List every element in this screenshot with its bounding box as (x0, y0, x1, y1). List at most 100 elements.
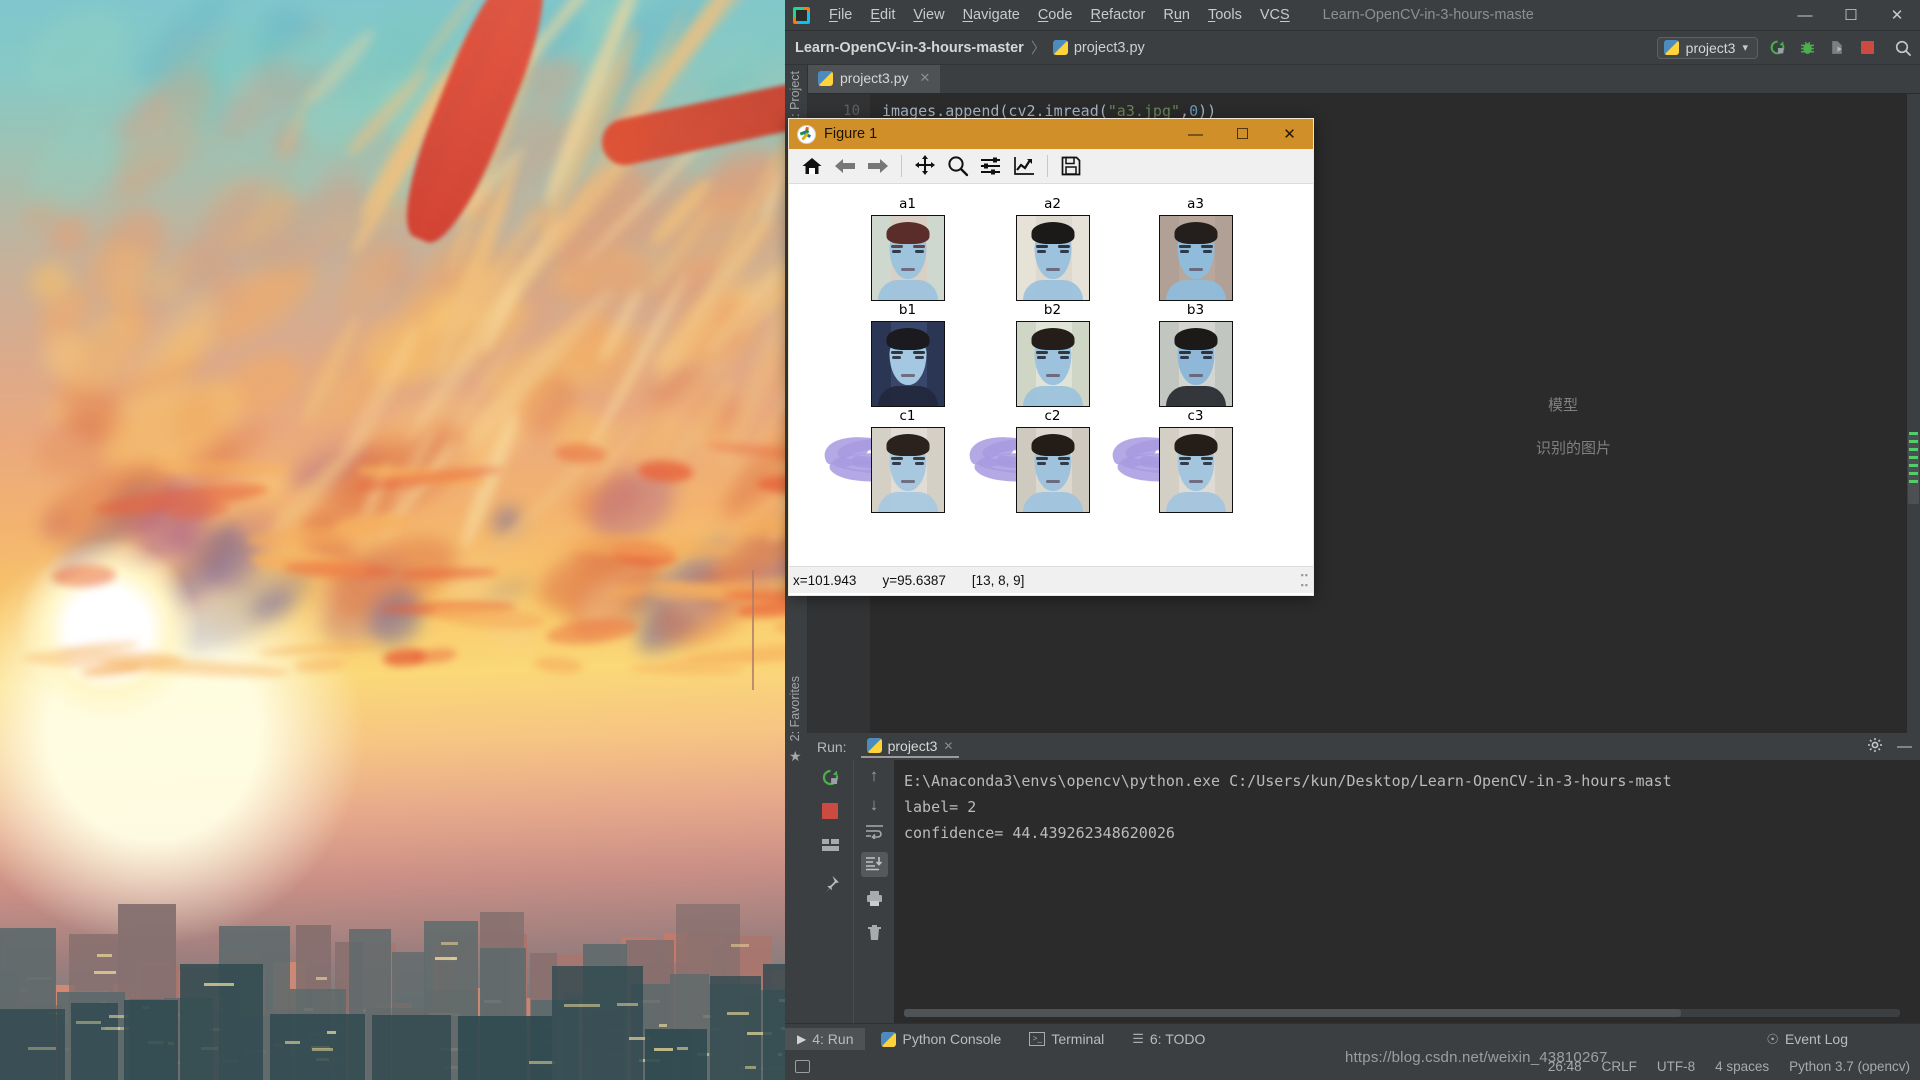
figure-subplot-b2[interactable]: b2 (994, 302, 1111, 408)
bottom-tab-todo[interactable]: ☰ 6: TODO (1120, 1028, 1217, 1050)
trash-icon[interactable] (866, 924, 883, 946)
coverage-icon[interactable] (1826, 37, 1848, 59)
menu-item-vcs[interactable]: VCS (1251, 4, 1299, 26)
layout-icon[interactable] (821, 837, 840, 857)
maximize-button[interactable]: ☐ (1828, 0, 1874, 30)
bottom-tab-run[interactable]: ▶ 4: Run (785, 1028, 866, 1050)
console-line-label: label= 2 (904, 798, 977, 816)
zoom-rect-icon[interactable] (943, 152, 973, 180)
search-icon[interactable] (1892, 37, 1914, 59)
bottom-tab-python-console[interactable]: Python Console (869, 1028, 1013, 1050)
rerun-icon[interactable] (821, 768, 840, 791)
save-figure-icon[interactable] (1056, 152, 1086, 180)
resize-grip[interactable]: ▪▪ ▪▪ (1301, 570, 1309, 590)
figure-subplot-c3[interactable]: c3 (1112, 408, 1254, 514)
figure-close-button[interactable]: ✕ (1266, 119, 1313, 149)
photo-eyebrow (1057, 457, 1070, 460)
sidebar-item-project[interactable]: 1: Project (788, 71, 802, 124)
cursor-y-value: y=95.6387 (882, 572, 946, 588)
figure-subplot-c2[interactable]: c2 (969, 408, 1111, 514)
favorites-star-icon[interactable]: ★ (789, 748, 802, 765)
pan-move-icon[interactable] (910, 152, 940, 180)
back-arrow-icon[interactable] (830, 152, 860, 180)
menu-item-refactor[interactable]: Refactor (1082, 4, 1155, 26)
bottom-tab-terminal[interactable]: >_ Terminal (1017, 1028, 1116, 1050)
error-stripe-mark[interactable] (1909, 464, 1918, 467)
error-stripe-mark[interactable] (1909, 440, 1918, 443)
forward-arrow-icon[interactable] (863, 152, 893, 180)
figure-subplot-b3[interactable]: b3 (1137, 302, 1254, 408)
wallpaper-building (709, 975, 772, 1080)
wallpaper-cloud (382, 647, 428, 669)
tool-window-toggle-icon[interactable] (795, 1060, 810, 1073)
event-log-button[interactable]: ☉ Event Log (1754, 1028, 1860, 1051)
soft-wrap-icon[interactable] (865, 824, 884, 843)
print-icon[interactable] (865, 890, 884, 911)
photo-shoulders (877, 280, 938, 300)
menu-item-tools[interactable]: Tools (1199, 4, 1251, 26)
breadcrumb-file[interactable]: project3.py (1074, 40, 1145, 56)
close-tab-icon[interactable]: ✕ (919, 70, 930, 86)
error-stripe-mark[interactable] (1909, 472, 1918, 475)
console-horizontal-scrollbar[interactable] (904, 1009, 1900, 1017)
error-stripe-mark[interactable] (1909, 480, 1918, 483)
file-encoding[interactable]: UTF-8 (1657, 1059, 1695, 1074)
photo-eyebrow (912, 457, 925, 460)
figure-minimize-button[interactable]: — (1172, 119, 1219, 149)
figure-subplot-a2[interactable]: a2 (994, 196, 1111, 302)
photo-eye (1059, 250, 1069, 253)
figure-maximize-button[interactable]: ☐ (1219, 119, 1266, 149)
menu-item-view[interactable]: View (904, 4, 953, 26)
figure-canvas[interactable]: a1 a2 a3 b1 b2 b3 c1 c2 c3 (789, 184, 1313, 566)
error-stripe-mark[interactable] (1909, 432, 1918, 435)
figure-subplot-a1[interactable]: a1 (849, 196, 966, 302)
python-interpreter[interactable]: Python 3.7 (opencv) (1789, 1059, 1910, 1074)
photo-shoulders (1165, 280, 1226, 300)
stop-icon[interactable] (1856, 37, 1878, 59)
arrow-up-icon[interactable]: ↑ (870, 766, 879, 786)
editor-scrollbar[interactable] (1907, 94, 1920, 787)
menu-item-file[interactable]: File (820, 4, 861, 26)
close-button[interactable]: ✕ (1874, 0, 1920, 30)
scrollbar-thumb[interactable] (1908, 434, 1919, 504)
sidebar-item-favorites[interactable]: 2: Favorites (788, 676, 802, 741)
run-console-output[interactable]: E:\Anaconda3\envs\opencv\python.exe C:/U… (894, 760, 1920, 1023)
scrollbar-thumb[interactable] (904, 1009, 1681, 1017)
configure-subplots-icon[interactable] (976, 152, 1006, 180)
figure-title-bar[interactable]: Figure 1 — ☐ ✕ (789, 119, 1313, 149)
photo-mouth (1045, 480, 1060, 483)
close-run-tab-icon[interactable]: ✕ (943, 739, 953, 753)
menu-item-navigate[interactable]: Navigate (954, 4, 1029, 26)
photo-eye (891, 356, 901, 359)
scroll-to-end-icon[interactable] (860, 852, 888, 877)
error-stripe-mark[interactable] (1909, 448, 1918, 451)
figure-subplot-b1[interactable]: b1 (849, 302, 966, 408)
run-tab-project3[interactable]: project3 ✕ (860, 736, 960, 758)
home-icon[interactable] (797, 152, 827, 180)
matplotlib-figure-window: Figure 1 — ☐ ✕ a1 a2 a3 b1 b2 b3 c1 c2 c… (788, 118, 1314, 596)
chevron-down-icon[interactable]: ▾ (1742, 41, 1748, 54)
edit-axis-icon[interactable] (1009, 152, 1039, 180)
debug-icon[interactable] (1796, 37, 1818, 59)
event-log-label: Event Log (1784, 1031, 1848, 1047)
figure-subplot-c1[interactable]: c1 (824, 408, 966, 514)
menu-item-run[interactable]: Run (1154, 4, 1199, 26)
arrow-down-icon[interactable]: ↓ (870, 795, 879, 815)
stop-icon[interactable] (822, 803, 838, 819)
figure-subplot-a3[interactable]: a3 (1137, 196, 1254, 302)
editor-tab-project3[interactable]: project3.py ✕ (808, 65, 941, 93)
rerun-icon[interactable] (1766, 37, 1788, 59)
error-stripe-mark[interactable] (1909, 456, 1918, 459)
wallpaper-window-light (100, 1026, 121, 1030)
menu-item-code[interactable]: Code (1029, 4, 1082, 26)
pin-icon[interactable] (821, 875, 840, 898)
run-configuration-selector[interactable]: project3 ▾ (1656, 36, 1758, 59)
menu-item-edit[interactable]: Edit (861, 4, 904, 26)
minimize-run-window-icon[interactable]: — (1897, 738, 1912, 755)
gear-icon[interactable] (1867, 737, 1883, 756)
editor-comment-recognized-image: 识别的图片 (1536, 439, 1612, 457)
minimize-button[interactable]: — (1782, 0, 1828, 30)
breadcrumb-project[interactable]: Learn-OpenCV-in-3-hours-master (795, 40, 1024, 56)
wallpaper-window-light (726, 1011, 750, 1015)
indent-setting[interactable]: 4 spaces (1715, 1059, 1769, 1074)
